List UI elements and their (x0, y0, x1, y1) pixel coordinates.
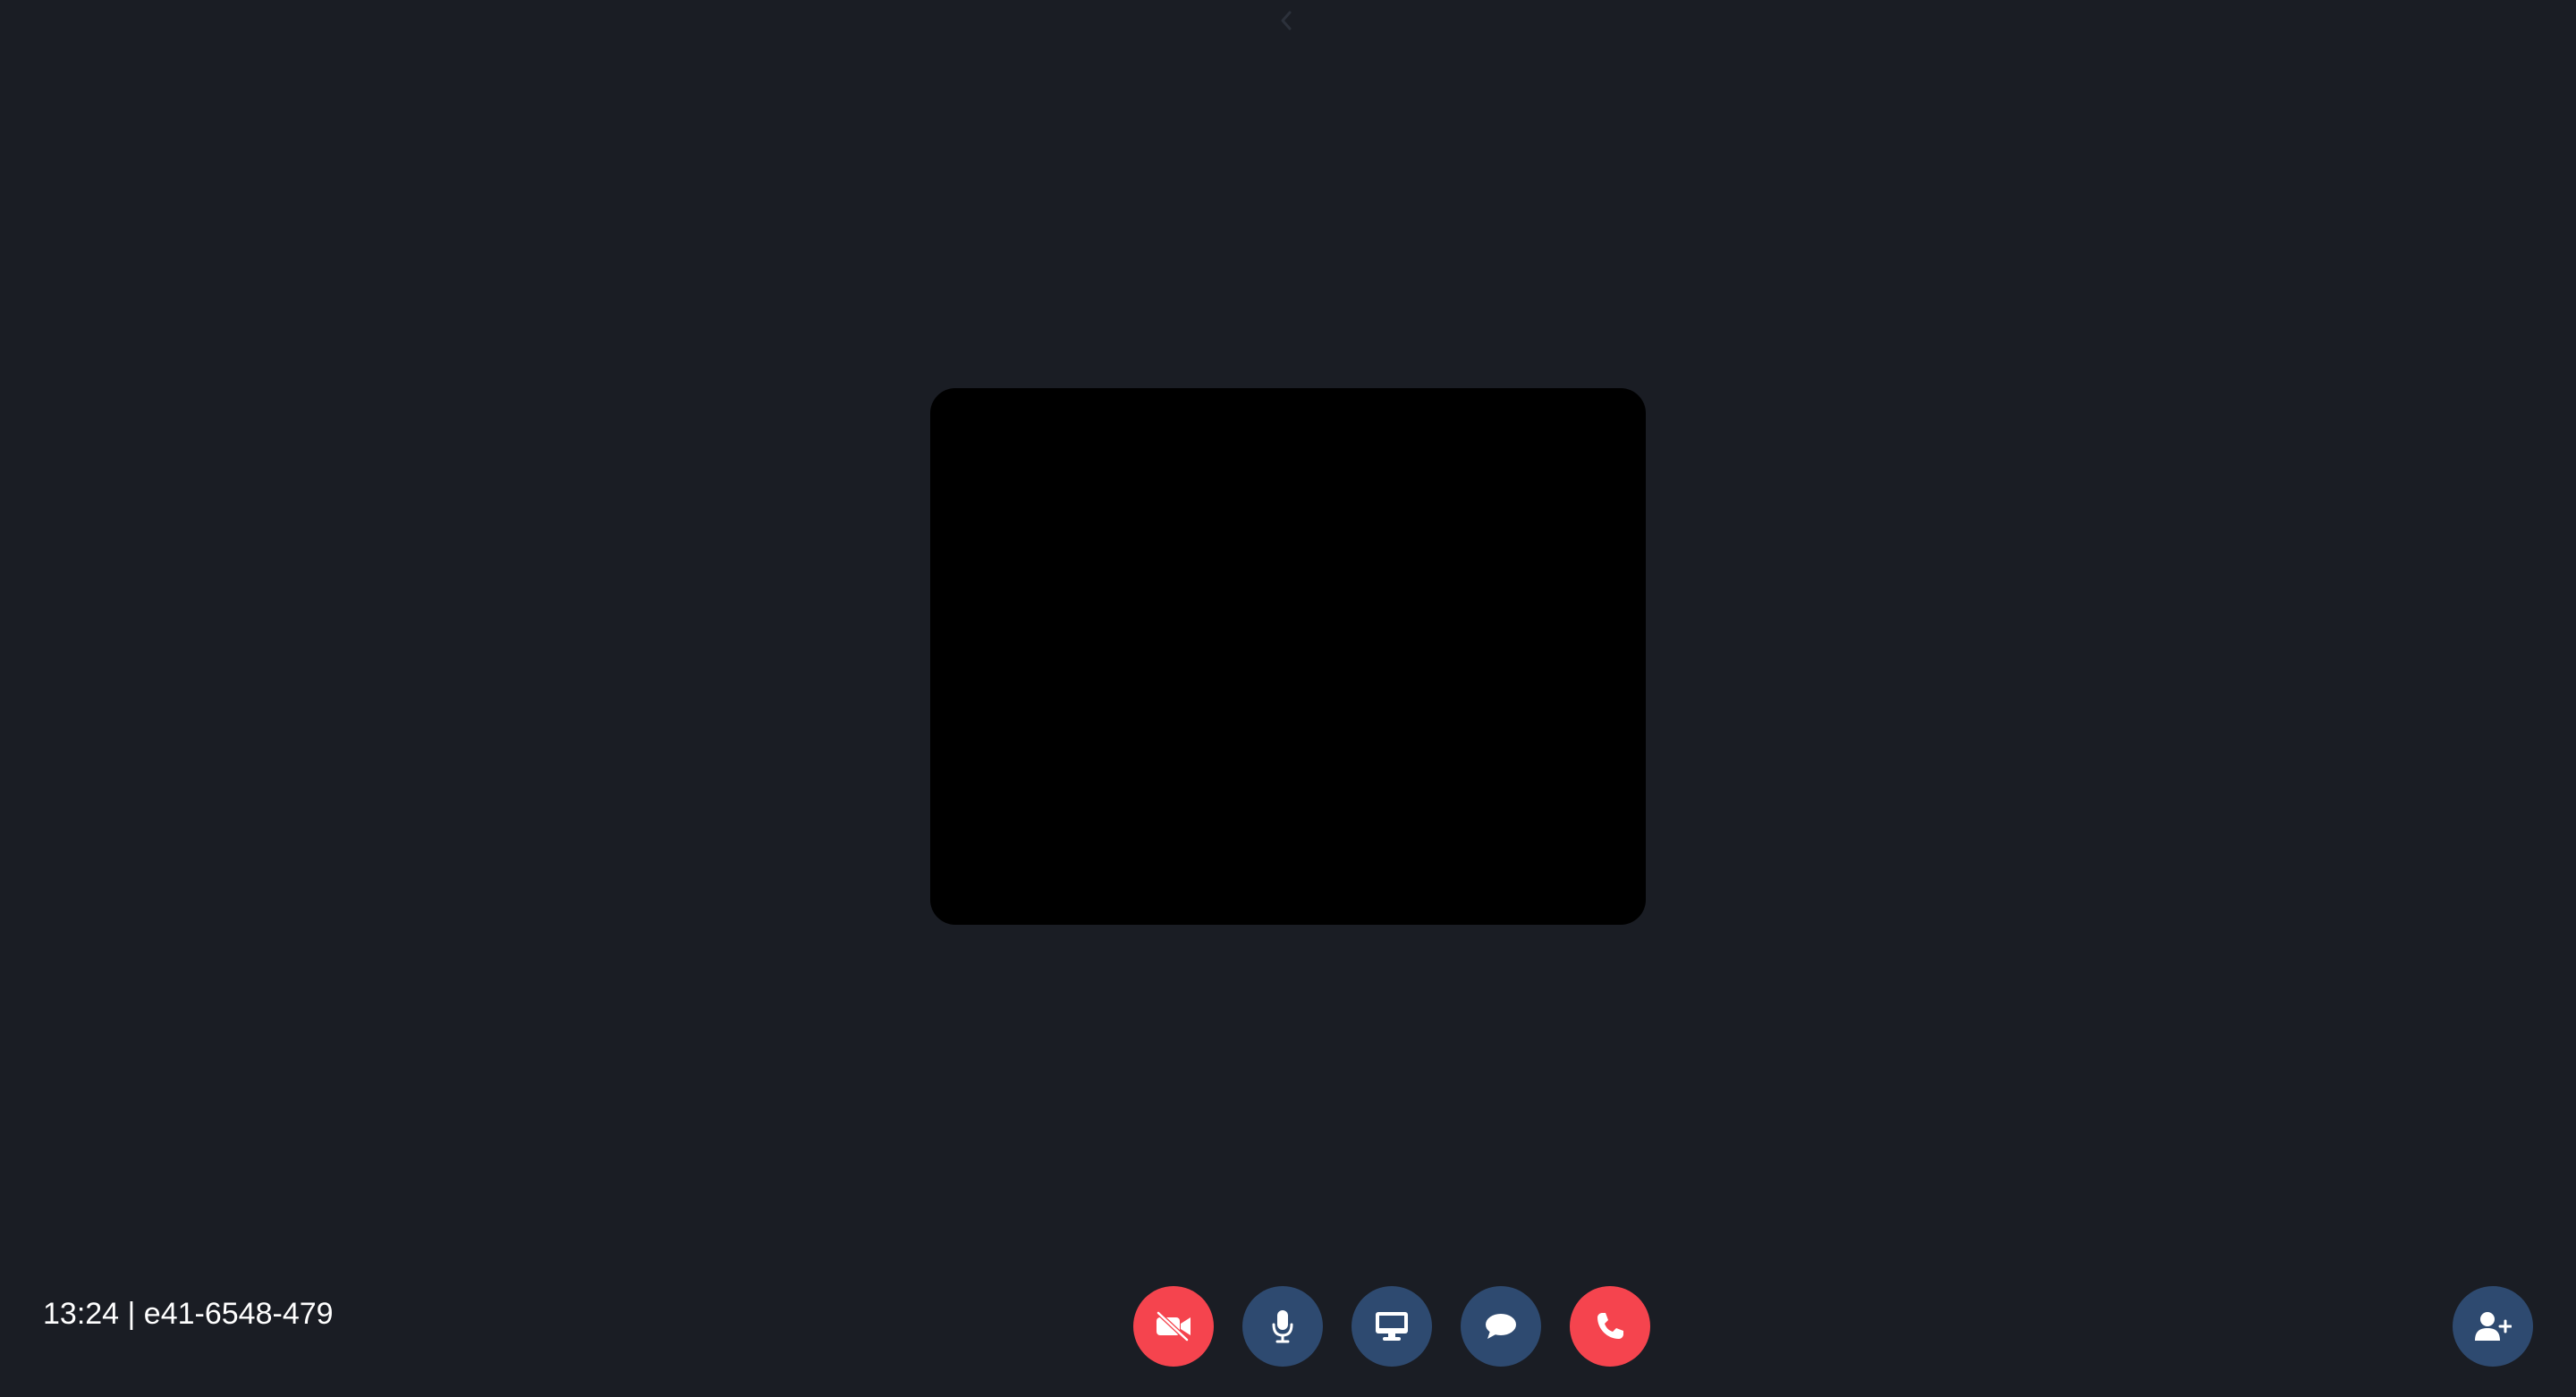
user-plus-icon (2475, 1312, 2512, 1341)
video-call-screen: 13:24 | e41-6548-479 (0, 0, 2576, 1397)
toggle-camera-button[interactable] (1133, 1286, 1214, 1367)
desktop-icon (1376, 1312, 1408, 1341)
add-participant-button[interactable] (2453, 1286, 2533, 1367)
leave-call-button[interactable] (1570, 1286, 1650, 1367)
share-screen-button[interactable] (1352, 1286, 1432, 1367)
video-off-icon (1156, 1311, 1191, 1342)
call-controls (1133, 1286, 1650, 1367)
microphone-icon (1272, 1310, 1293, 1343)
chat-bubble-icon (1486, 1314, 1516, 1339)
chat-button[interactable] (1461, 1286, 1541, 1367)
toggle-microphone-button[interactable] (1242, 1286, 1323, 1367)
video-tile (930, 388, 1646, 925)
meeting-time-and-id: 13:24 | e41-6548-479 (43, 1297, 334, 1331)
phone-icon (1597, 1313, 1623, 1339)
chevron-left-icon[interactable] (1275, 5, 1297, 36)
